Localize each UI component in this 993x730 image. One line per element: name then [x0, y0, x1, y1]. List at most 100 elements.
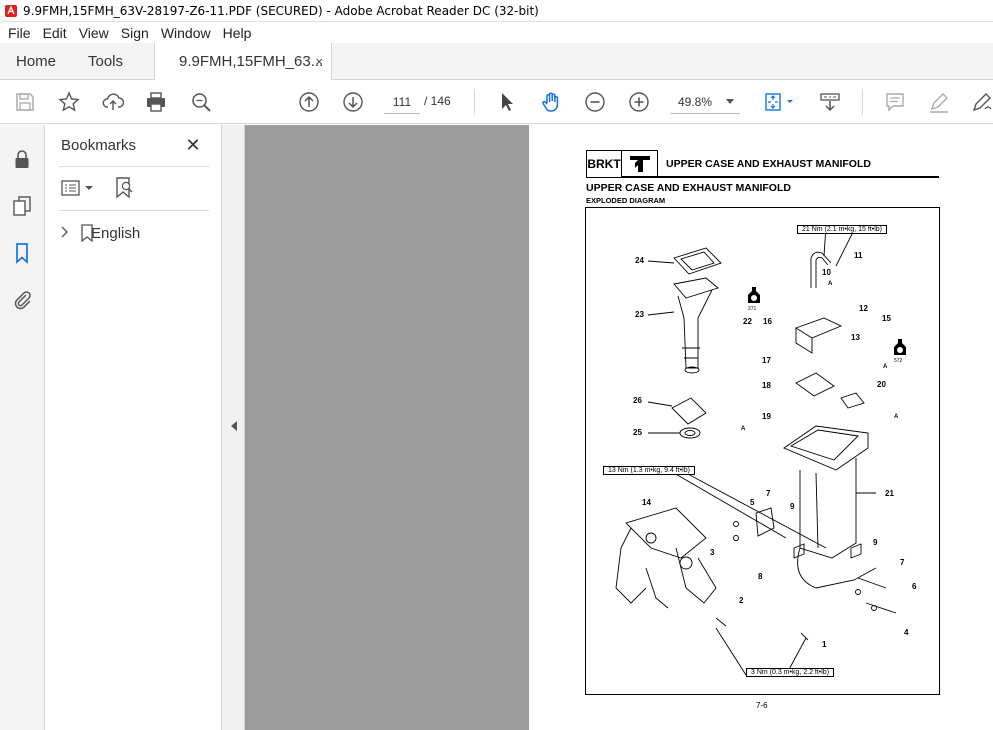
find-zoom-icon[interactable] — [189, 90, 213, 114]
part-number-label: 22 — [743, 317, 752, 326]
left-navigation-rail — [0, 125, 45, 730]
part-number-label: 9 — [873, 538, 878, 547]
acrobat-window: 9.9FMH,15FMH_63V-28197-Z6-11.PDF (SECURE… — [0, 0, 993, 730]
page-footer-number: 7-6 — [756, 701, 768, 710]
part-number-label: 9 — [790, 502, 795, 511]
menu-view[interactable]: View — [74, 25, 114, 41]
part-number-label: 12 — [859, 304, 868, 313]
tab-bar: Home Tools 9.9FMH,15FMH_63... × — [0, 43, 993, 80]
bookmark-label: English — [91, 224, 141, 242]
expand-chevron-icon[interactable] — [59, 226, 69, 241]
next-page-icon[interactable] — [341, 90, 365, 114]
page-number-input[interactable] — [384, 90, 420, 114]
tab-close-icon[interactable]: × — [315, 54, 323, 69]
panel-splitter[interactable] — [222, 125, 245, 730]
part-number-label: 19 — [762, 412, 771, 421]
toolbar-separator — [474, 89, 475, 115]
bookmark-options-button[interactable] — [61, 178, 97, 198]
part-number-label: 16 — [763, 317, 772, 326]
header-code-box: BRKT — [586, 150, 622, 178]
sign-icon[interactable] — [970, 90, 993, 114]
part-number-label: 8 — [758, 572, 763, 581]
part-number-label: 15 — [882, 314, 891, 323]
grease-marker: A — [828, 281, 833, 287]
save-icon[interactable] — [13, 90, 37, 114]
close-icon[interactable]: ✕ — [184, 136, 202, 154]
print-icon[interactable] — [144, 90, 168, 114]
bookmarks-panel: Bookmarks ✕ English — [45, 125, 222, 730]
section-title: UPPER CASE AND EXHAUST MANIFOLD — [586, 182, 791, 194]
diagram-drawing — [615, 225, 897, 676]
bookmarks-title: Bookmarks — [61, 137, 137, 154]
grease-marker: A — [741, 426, 746, 432]
part-number-label: 1 — [822, 640, 827, 649]
zoom-out-icon[interactable] — [583, 90, 607, 114]
menu-sign[interactable]: Sign — [116, 25, 154, 41]
window-title: 9.9FMH,15FMH_63V-28197-Z6-11.PDF (SECURE… — [23, 3, 539, 18]
bookmarks-panel-icon[interactable] — [10, 241, 34, 265]
highlight-pen-icon[interactable] — [927, 90, 951, 114]
part-number-label: 24 — [635, 256, 644, 265]
menu-file[interactable]: File — [3, 25, 36, 41]
torque-callout: 13 Nm (1.3 m•kg, 9.4 ft•lb) — [603, 466, 695, 475]
part-number-label: 2 — [739, 596, 744, 605]
bookmark-star-icon[interactable] — [57, 90, 81, 114]
page-total: / 146 — [424, 94, 451, 108]
part-number-label: 23 — [635, 310, 644, 319]
exploded-diagram: 21 Nm (2.1 m•kg, 15 ft•lb) 13 Nm (1.3 m•… — [585, 207, 940, 695]
part-number-label: 17 — [762, 356, 771, 365]
chevron-down-icon — [726, 99, 734, 104]
torque-callout: 3 Nm (0.3 m•kg, 2.2 ft•lb) — [746, 668, 835, 677]
title-bar: 9.9FMH,15FMH_63V-28197-Z6-11.PDF (SECURE… — [0, 0, 993, 22]
menu-bar: File Edit View Sign Window Help — [0, 22, 993, 43]
sealant-bottle-icon — [748, 287, 760, 303]
menu-edit[interactable]: Edit — [38, 25, 72, 41]
upload-cloud-icon[interactable] — [101, 90, 125, 114]
torque-callout: 21 Nm (2.1 m•kg, 15 ft•lb) — [797, 225, 887, 234]
menu-help[interactable]: Help — [218, 25, 257, 41]
zoom-in-icon[interactable] — [627, 90, 651, 114]
part-number-label: 4 — [904, 628, 909, 637]
part-number-label: 7 — [766, 489, 771, 498]
header-rule — [622, 176, 939, 178]
part-number-label: 18 — [762, 381, 771, 390]
fit-page-icon[interactable] — [762, 90, 798, 114]
section-subtitle: EXPLODED DIAGRAM — [586, 196, 666, 205]
select-cursor-icon[interactable] — [495, 90, 519, 114]
hand-tool-icon[interactable] — [539, 90, 563, 114]
scrolling-mode-icon[interactable] — [818, 90, 842, 114]
zoom-level-select[interactable]: 49.8% — [670, 90, 740, 114]
part-number-label: 10 — [822, 268, 831, 277]
new-bookmark-icon[interactable] — [115, 177, 135, 199]
toolbar-separator — [862, 89, 863, 115]
pdf-page: BRKT UPPER CASE AND EXHAUST MANIFOLD UPP… — [529, 125, 993, 730]
document-viewport[interactable]: BRKT UPPER CASE AND EXHAUST MANIFOLD UPP… — [245, 125, 993, 730]
bookmark-item-english[interactable]: English — [59, 223, 140, 243]
comment-icon[interactable] — [883, 90, 907, 114]
header-title: UPPER CASE AND EXHAUST MANIFOLD — [666, 158, 871, 170]
zoom-level-value: 49.8% — [678, 95, 713, 109]
grease-marker: A — [894, 414, 899, 420]
collapse-panel-icon[interactable] — [231, 421, 237, 431]
bracket-symbol-icon — [622, 150, 658, 178]
part-number-label: 7 — [900, 558, 905, 567]
lock-icon[interactable] — [10, 147, 34, 171]
part-number-label: 3 — [710, 548, 715, 557]
tab-document[interactable]: 9.9FMH,15FMH_63... × — [154, 43, 332, 80]
bookmark-icon — [80, 224, 94, 247]
part-number-label: 11 — [854, 251, 863, 260]
part-number-label: 25 — [633, 428, 642, 437]
page-thumbnails-icon[interactable] — [10, 194, 34, 218]
tab-tools[interactable]: Tools — [88, 43, 123, 80]
attachments-paperclip-icon[interactable] — [10, 287, 34, 311]
part-number-label: 21 — [885, 489, 894, 498]
grease-marker: A — [883, 364, 888, 370]
sealant-code-label: 271 — [748, 306, 757, 312]
tab-home[interactable]: Home — [16, 43, 56, 80]
previous-page-icon[interactable] — [297, 90, 321, 114]
divider — [59, 210, 209, 211]
acrobat-logo-icon — [5, 4, 17, 17]
menu-window[interactable]: Window — [156, 25, 216, 41]
part-number-label: 5 — [750, 498, 755, 507]
part-number-label: 13 — [851, 333, 860, 342]
